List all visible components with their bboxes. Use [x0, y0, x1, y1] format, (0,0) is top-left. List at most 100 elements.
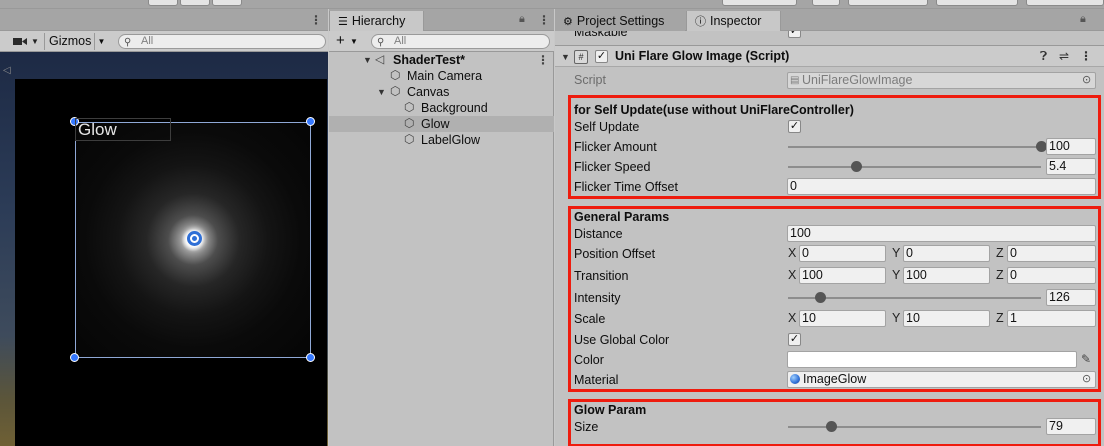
flicker-amount-slider-track[interactable]: [788, 146, 1041, 148]
gameobject-icon: ⬡: [404, 100, 415, 114]
component-menu-icon[interactable]: ⋮: [1080, 49, 1092, 63]
add-dropdown-icon[interactable]: ▼: [350, 37, 358, 46]
hierarchy-toolbar: + ▼ ⚲ All: [329, 31, 554, 52]
canvas-rect: Glow: [15, 79, 327, 446]
tab-hierarchy[interactable]: ☰ Hierarchy: [329, 11, 424, 31]
gizmos-button[interactable]: Gizmos: [44, 33, 95, 50]
flicker-amount-input[interactable]: 100: [1046, 138, 1096, 155]
gizmos-dropdown-icon[interactable]: ▼: [94, 33, 108, 50]
transition-y-input[interactable]: 100: [903, 267, 990, 284]
hierarchy-item-label: Background: [421, 101, 488, 115]
maskable-label: Maskable: [574, 31, 628, 39]
hierarchy-item-background[interactable]: ⬡ Background: [329, 100, 554, 116]
camera-dropdown-icon[interactable]: ▼: [31, 37, 39, 46]
resize-handle-top-right[interactable]: [306, 117, 315, 126]
scale-z-input[interactable]: 1: [1007, 310, 1096, 327]
lock-icon[interactable]: 🔒︎: [519, 13, 525, 26]
resize-handle-bottom-right[interactable]: [306, 353, 315, 362]
use-global-color-checkbox[interactable]: ✓: [788, 333, 801, 346]
transition-x-label: X: [788, 268, 797, 282]
hierarchy-item-label: Canvas: [407, 85, 450, 99]
hierarchy-item-label: ShaderTest*: [393, 53, 466, 67]
tab-inspector-label: Inspector: [710, 14, 762, 28]
tab-inspector[interactable]: ⓘ Inspector: [686, 11, 781, 31]
scale-z-label: Z: [996, 311, 1004, 325]
scale-x-input[interactable]: 10: [799, 310, 886, 327]
size-input[interactable]: 79: [1046, 418, 1096, 435]
flicker-amount-slider-knob[interactable]: [1035, 141, 1047, 152]
hierarchy-item-shadertest[interactable]: ▼ ◁ ShaderTest* ⋮: [329, 52, 554, 68]
flicker-speed-slider-knob[interactable]: [850, 161, 862, 172]
position-offset-y-input[interactable]: 0: [903, 245, 990, 262]
position-offset-x-input[interactable]: 0: [799, 245, 886, 262]
script-field: ▤ UniFlareGlowImage: [787, 72, 1096, 89]
gameobject-icon: ⬡: [404, 116, 415, 130]
scene-search-input[interactable]: ⚲ All: [118, 34, 326, 49]
panel-menu-icon[interactable]: ⋮: [538, 13, 550, 27]
scene-toolbar: ▼ Gizmos ▼ ⚲ All: [0, 31, 328, 52]
hierarchy-item-labelglow[interactable]: ⬡ LabelGlow: [329, 132, 554, 148]
layers-dropdown[interactable]: [936, 0, 1018, 6]
transition-label: Transition: [574, 269, 629, 283]
camera-icon[interactable]: [13, 37, 27, 46]
hierarchy-item-glow[interactable]: ⬡ Glow: [329, 116, 554, 132]
lock-icon[interactable]: 🔒︎: [1080, 13, 1086, 26]
hierarchy-search-placeholder: All: [394, 35, 407, 47]
fold-arrow-icon[interactable]: ▼: [561, 52, 570, 62]
toolbar-button[interactable]: [180, 0, 210, 6]
component-header[interactable]: ▼ # ✓ Uni Flare Glow Image (Script) ❓︎ ⇌…: [555, 45, 1104, 67]
scene-viewport[interactable]: ◁ Glow: [0, 52, 328, 446]
material-label: Material: [574, 373, 619, 387]
resize-handle-bottom-left[interactable]: [70, 353, 79, 362]
position-offset-z-label: Z: [996, 246, 1004, 260]
toolbar-button[interactable]: [148, 0, 178, 6]
object-picker-icon[interactable]: ⊙: [1082, 72, 1091, 89]
color-swatch[interactable]: [787, 351, 1077, 368]
tab-hierarchy-label: Hierarchy: [351, 14, 406, 28]
script-label: Script: [574, 73, 606, 87]
material-field[interactable]: ImageGlow: [787, 371, 1096, 388]
material-value: ImageGlow: [803, 372, 867, 386]
label-glow-text[interactable]: Glow: [75, 118, 171, 141]
toolbar-button[interactable]: [212, 0, 242, 6]
scene-menu-icon[interactable]: ⋮: [537, 52, 549, 68]
layout-dropdown[interactable]: [1026, 0, 1104, 6]
hierarchy-search-input[interactable]: ⚲ All: [371, 34, 550, 49]
flicker-time-offset-input[interactable]: 0: [787, 178, 1096, 195]
account-dropdown[interactable]: [848, 0, 928, 6]
flicker-speed-slider-track[interactable]: [788, 166, 1041, 168]
hierarchy-item-canvas[interactable]: ▼ ⬡ Canvas: [329, 84, 554, 100]
collab-button[interactable]: [722, 0, 797, 6]
rect-transform-outline[interactable]: [75, 122, 311, 358]
size-slider-knob[interactable]: [825, 421, 837, 432]
component-enabled-checkbox[interactable]: ✓: [595, 50, 608, 63]
search-icon: ⚲: [377, 37, 385, 48]
top-toolbar: [0, 0, 1104, 9]
script-value: UniFlareGlowImage: [802, 73, 913, 87]
position-offset-z-input[interactable]: 0: [1007, 245, 1096, 262]
info-icon: ⓘ: [695, 16, 706, 28]
material-sphere-icon: [790, 374, 800, 384]
flicker-speed-input[interactable]: 5.4: [1046, 158, 1096, 175]
presets-icon[interactable]: ⇌: [1059, 49, 1069, 63]
help-icon[interactable]: ❓︎: [1040, 49, 1047, 64]
hierarchy-item-label: Glow: [421, 117, 450, 131]
transition-z-input[interactable]: 0: [1007, 267, 1096, 284]
tab-project-settings[interactable]: ⚙ Project Settings: [555, 11, 685, 31]
scene-icon: ◁: [375, 52, 385, 66]
hierarchy-panel: ☰ Hierarchy 🔒︎ ⋮ + ▼ ⚲ All ▼ ◁ ShaderTest…: [329, 9, 554, 446]
distance-input[interactable]: 100: [787, 225, 1096, 242]
expand-arrow-icon[interactable]: ▼: [363, 52, 372, 68]
scale-y-input[interactable]: 10: [903, 310, 990, 327]
panel-menu-icon[interactable]: ⋮: [310, 13, 322, 27]
object-picker-icon[interactable]: ⊙: [1082, 371, 1091, 388]
add-button[interactable]: +: [336, 32, 345, 50]
expand-arrow-icon[interactable]: ▼: [377, 84, 386, 100]
self-update-checkbox[interactable]: ✓: [788, 120, 801, 133]
cloud-button[interactable]: [812, 0, 840, 6]
eyedropper-icon[interactable]: ✎: [1081, 351, 1091, 368]
intensity-input[interactable]: 126: [1046, 289, 1096, 306]
transition-x-input[interactable]: 100: [799, 267, 886, 284]
maskable-checkbox[interactable]: ✓: [788, 31, 801, 38]
hierarchy-item-main-camera[interactable]: ⬡ Main Camera: [329, 68, 554, 84]
